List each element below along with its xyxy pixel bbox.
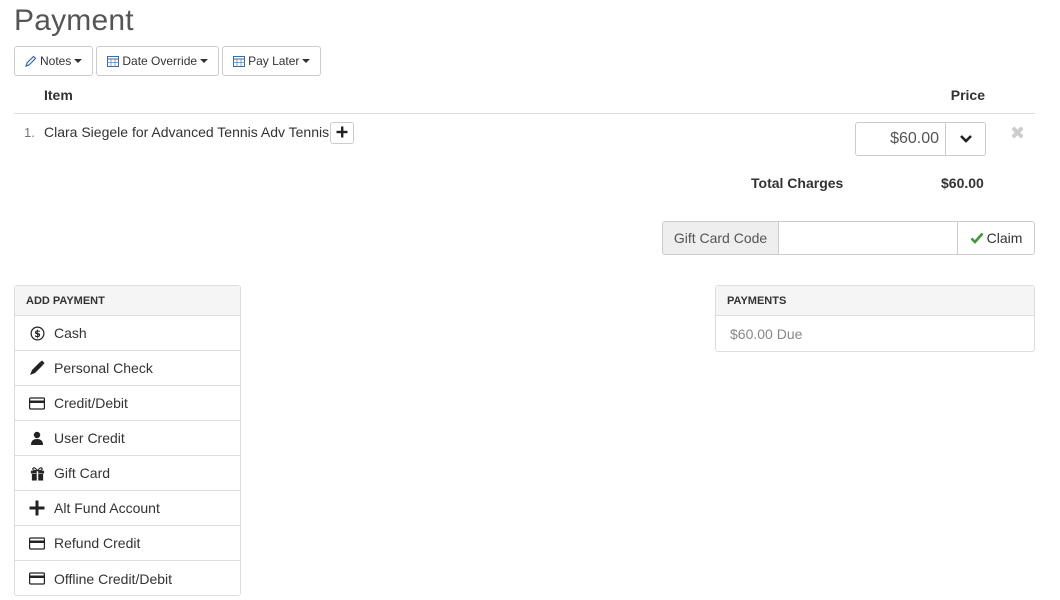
- check-icon: [970, 232, 984, 244]
- claim-button[interactable]: Claim: [958, 221, 1035, 255]
- page-title: Payment: [14, 4, 134, 37]
- gift-card-group: Gift Card Code Claim: [662, 221, 1035, 255]
- date-override-button-label: Date Override: [122, 54, 198, 68]
- payment-method-credit-debit[interactable]: Credit/Debit: [15, 386, 240, 421]
- items-table-header: Item Price: [14, 84, 1035, 114]
- total-charges-value: $60.00: [941, 175, 984, 191]
- pencil-icon: [25, 55, 37, 67]
- payment-method-alt-fund-account[interactable]: Alt Fund Account: [15, 491, 240, 526]
- amount-due: $60.00 Due: [730, 326, 803, 342]
- price-column-header: Price: [950, 87, 985, 103]
- total-charges-label: Total Charges: [751, 175, 844, 191]
- payment-method-label: Cash: [54, 325, 87, 341]
- item-description: Clara Siegele for Advanced Tennis Adv Te…: [44, 124, 337, 140]
- pay-later-button[interactable]: Pay Later: [222, 46, 322, 76]
- caret-down-icon: [200, 59, 209, 63]
- pen-icon: [29, 360, 45, 376]
- add-payment-panel: ADD PAYMENT $ Cash Personal Check Credit…: [14, 285, 241, 596]
- payment-method-label: Alt Fund Account: [54, 500, 160, 516]
- payment-method-offline-credit-debit[interactable]: Offline Credit/Debit: [15, 561, 240, 596]
- add-item-option-button[interactable]: [330, 122, 354, 144]
- svg-text:$: $: [34, 328, 41, 339]
- chevron-down-icon: [959, 132, 973, 147]
- credit-card-icon: [29, 571, 45, 587]
- gift-icon: [29, 465, 45, 481]
- payment-method-label: Personal Check: [54, 360, 153, 376]
- add-payment-title: ADD PAYMENT: [15, 286, 240, 316]
- payment-method-refund-credit[interactable]: Refund Credit: [15, 526, 240, 561]
- toolbar: Notes Date Override Pay Later: [14, 46, 322, 76]
- payment-method-label: Credit/Debit: [54, 395, 128, 411]
- date-override-button[interactable]: Date Override: [96, 46, 220, 76]
- calendar-icon: [107, 55, 120, 67]
- notes-button[interactable]: Notes: [14, 46, 94, 76]
- price-input-group: [855, 122, 986, 156]
- plus-icon: [336, 126, 348, 141]
- payment-method-cash[interactable]: $ Cash: [15, 316, 240, 351]
- payment-method-label: Refund Credit: [54, 535, 141, 551]
- payment-method-personal-check[interactable]: Personal Check: [15, 351, 240, 386]
- notes-button-label: Notes: [40, 54, 72, 68]
- payment-method-label: Offline Credit/Debit: [54, 570, 173, 587]
- caret-down-icon: [74, 59, 83, 63]
- credit-card-icon: [29, 395, 45, 411]
- payments-panel: PAYMENTS $60.00 Due: [715, 285, 1035, 352]
- pay-later-button-label: Pay Later: [248, 54, 300, 68]
- claim-button-label: Claim: [986, 230, 1023, 246]
- payment-method-user-credit[interactable]: User Credit: [15, 421, 240, 456]
- payment-method-label: User Credit: [54, 430, 125, 446]
- item-column-header: Item: [44, 87, 73, 103]
- payment-method-gift-card[interactable]: Gift Card: [15, 456, 240, 491]
- payments-title: PAYMENTS: [716, 286, 1034, 316]
- price-dropdown-button[interactable]: [946, 122, 986, 156]
- price-input[interactable]: [855, 122, 946, 156]
- gift-card-code-input[interactable]: [779, 221, 958, 255]
- table-row: 1. Clara Siegele for Advanced Tennis Adv…: [14, 120, 1035, 160]
- dollar-circle-icon: $: [29, 325, 45, 341]
- remove-item-icon[interactable]: ✖: [1010, 124, 1025, 142]
- credit-card-icon: [29, 535, 45, 551]
- row-number: 1.: [24, 125, 35, 140]
- calendar-icon: [233, 55, 246, 67]
- caret-down-icon: [302, 59, 311, 63]
- gift-card-label: Gift Card Code: [662, 221, 779, 255]
- payment-method-label: Gift Card: [54, 465, 111, 481]
- user-icon: [29, 430, 45, 446]
- plus-icon: [29, 500, 45, 516]
